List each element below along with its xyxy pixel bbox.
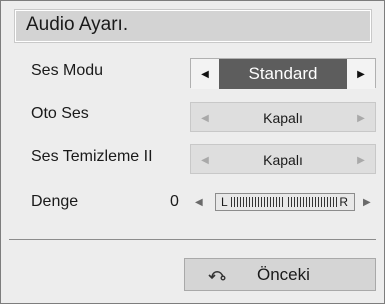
sound-mode-value[interactable]: Standard	[219, 59, 347, 89]
audio-settings-panel: Audio Ayarı. Ses Modu ◀ Standard ▶ Oto S…	[0, 0, 385, 304]
balance-value: 0	[170, 193, 179, 210]
sound-mode-selector[interactable]: ◀ Standard ▶	[190, 58, 376, 89]
page-title: Audio Ayarı.	[26, 14, 129, 35]
left-arrow-icon[interactable]: ◀	[191, 59, 219, 89]
balance-center-marker	[284, 196, 288, 208]
balance-left-mark: L	[221, 195, 228, 209]
balance-label: Denge	[31, 193, 79, 210]
left-arrow-icon[interactable]: ◀	[191, 145, 219, 175]
balance-left-arrow-icon[interactable]: ◀	[195, 197, 203, 208]
balance-right-mark: R	[339, 195, 348, 209]
auto-volume-selector[interactable]: ◀ Kapalı ▶	[190, 102, 376, 132]
auto-volume-value[interactable]: Kapalı	[219, 103, 347, 133]
balance-slider[interactable]: L R	[215, 193, 355, 211]
back-button[interactable]: Önceki	[184, 258, 376, 291]
balance-right-arrow-icon[interactable]: ▶	[363, 197, 371, 208]
back-button-label: Önceki	[257, 265, 310, 284]
right-arrow-icon[interactable]: ▶	[347, 145, 375, 175]
right-arrow-icon[interactable]: ▶	[347, 103, 375, 133]
auto-volume-label: Oto Ses	[31, 105, 89, 122]
divider	[9, 239, 376, 240]
clear-voice-value[interactable]: Kapalı	[219, 145, 347, 175]
right-arrow-icon[interactable]: ▶	[347, 59, 375, 89]
title-bar: Audio Ayarı.	[15, 10, 371, 42]
return-icon	[208, 270, 226, 281]
clear-voice-label: Ses Temizleme II	[31, 148, 153, 165]
left-arrow-icon[interactable]: ◀	[191, 103, 219, 133]
clear-voice-selector[interactable]: ◀ Kapalı ▶	[190, 144, 376, 174]
sound-mode-label: Ses Modu	[31, 62, 104, 79]
